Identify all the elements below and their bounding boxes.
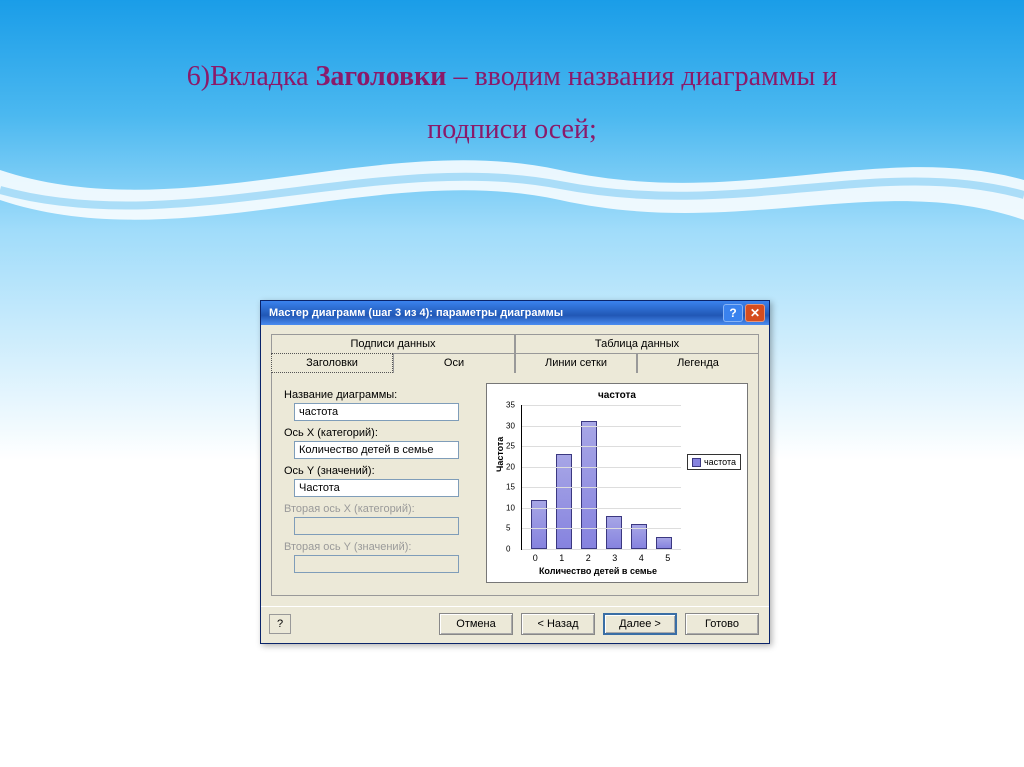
tab-data-table[interactable]: Таблица данных <box>515 334 759 353</box>
legend-entry: частота <box>704 457 736 467</box>
gridline <box>522 405 681 406</box>
bar <box>606 516 622 549</box>
finish-button[interactable]: Готово <box>685 613 759 635</box>
chart-wizard-dialog: Мастер диаграмм (шаг 3 из 4): параметры … <box>260 300 770 644</box>
axis-y-input[interactable] <box>294 479 459 497</box>
next-button[interactable]: Далее > <box>603 613 677 635</box>
chart-preview: частота Частота 05101520253035012345 Кол… <box>486 383 748 583</box>
chart-title-input[interactable] <box>294 403 459 421</box>
x-tick: 5 <box>665 553 670 563</box>
tab-data-labels[interactable]: Подписи данных <box>271 334 515 353</box>
axis-x-input[interactable] <box>294 441 459 459</box>
gridline <box>522 508 681 509</box>
x-tick: 0 <box>533 553 538 563</box>
y-tick: 30 <box>506 421 515 430</box>
axis-y-label: Ось Y (значений): <box>284 465 472 477</box>
tab-gridlines[interactable]: Линии сетки <box>515 353 637 373</box>
gridline <box>522 467 681 468</box>
help-button[interactable]: ? <box>723 304 743 322</box>
y-tick: 15 <box>506 483 515 492</box>
tab-titles[interactable]: Заголовки <box>271 353 393 373</box>
close-button[interactable]: ✕ <box>745 304 765 322</box>
y-tick: 20 <box>506 462 515 471</box>
axis-x2-input <box>294 517 459 535</box>
y-axis-label: Частота <box>495 437 505 472</box>
y-tick: 5 <box>506 524 510 533</box>
y-tick: 25 <box>506 442 515 451</box>
axis-x-label: Ось X (категорий): <box>284 427 472 439</box>
titlebar[interactable]: Мастер диаграмм (шаг 3 из 4): параметры … <box>261 301 769 325</box>
gridline <box>522 446 681 447</box>
y-tick: 10 <box>506 503 515 512</box>
back-button[interactable]: < Назад <box>521 613 595 635</box>
chart-preview-title: частота <box>493 390 741 401</box>
cancel-button[interactable]: Отмена <box>439 613 513 635</box>
bar <box>581 421 597 549</box>
titles-pane: Название диаграммы: Ось X (категорий): О… <box>271 372 759 596</box>
axis-x2-label: Вторая ось X (категорий): <box>284 503 472 515</box>
slide-heading: 6)Вкладка Заголовки – вводим названия ди… <box>0 0 1024 156</box>
window-title: Мастер диаграмм (шаг 3 из 4): параметры … <box>269 307 563 319</box>
bar <box>556 454 572 549</box>
x-axis-label: Количество детей в семье <box>511 566 685 576</box>
x-tick: 3 <box>612 553 617 563</box>
bar <box>656 537 672 549</box>
gridline <box>522 487 681 488</box>
gridline <box>522 528 681 529</box>
y-tick: 0 <box>506 545 510 554</box>
axis-y2-input <box>294 555 459 573</box>
chart-legend: частота <box>687 454 741 470</box>
tab-legend[interactable]: Легенда <box>637 353 759 373</box>
x-tick: 2 <box>586 553 591 563</box>
x-tick: 4 <box>639 553 644 563</box>
axis-y2-label: Вторая ось Y (значений): <box>284 541 472 553</box>
tab-axes[interactable]: Оси <box>393 353 515 373</box>
x-tick: 1 <box>559 553 564 563</box>
chart-plot-area: Частота 05101520253035012345 <box>521 405 681 550</box>
chart-title-label: Название диаграммы: <box>284 389 472 401</box>
gridline <box>522 426 681 427</box>
gridline <box>522 549 681 550</box>
y-tick: 35 <box>506 401 515 410</box>
context-help-button[interactable]: ? <box>269 614 291 634</box>
legend-swatch <box>692 458 701 467</box>
